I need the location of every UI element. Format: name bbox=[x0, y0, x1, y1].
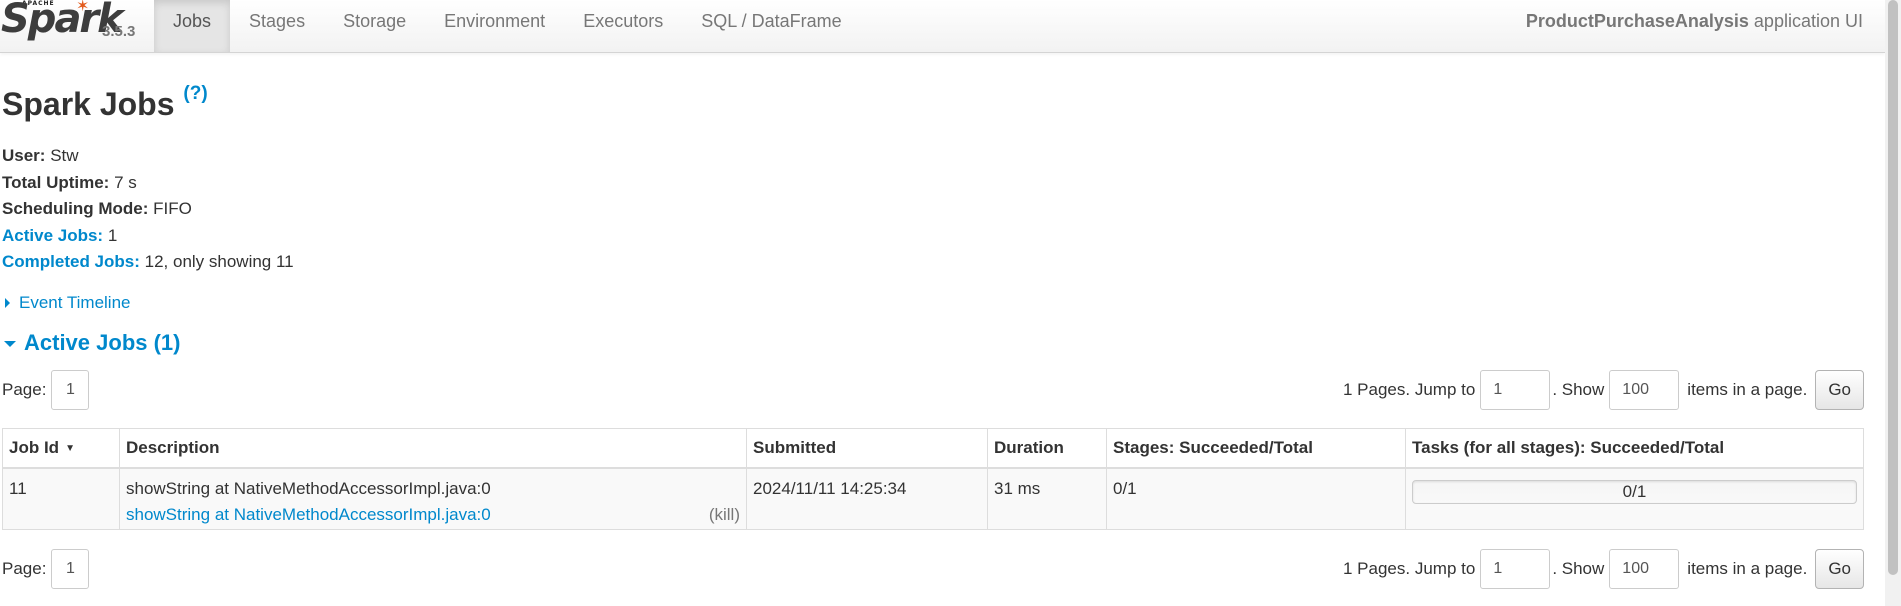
spark-version: 3.5.3 bbox=[102, 23, 136, 40]
tab-storage[interactable]: Storage bbox=[324, 0, 425, 52]
show-text: . Show bbox=[1552, 380, 1605, 399]
cell-duration: 31 ms bbox=[987, 467, 1107, 530]
column-header-duration[interactable]: Duration bbox=[987, 428, 1107, 470]
kill-job-link[interactable]: (kill) bbox=[709, 502, 740, 528]
page-title: Spark Jobs (?) bbox=[2, 83, 208, 123]
summary-uptime-label: Total Uptime: bbox=[2, 172, 110, 192]
summary-uptime: Total Uptime: 7 s bbox=[2, 170, 294, 197]
pagination-top: Page: 1 1 Pages. Jump to 1 . Show 100 it… bbox=[0, 369, 1864, 411]
page-controls-bottom: 1 Pages. Jump to 1 . Show 100 items in a… bbox=[1343, 548, 1864, 590]
vertical-scrollbar[interactable] bbox=[1885, 0, 1901, 606]
cell-stages: 0/1 bbox=[1106, 467, 1406, 530]
column-header-job-id[interactable]: Job Id ▼ bbox=[2, 428, 120, 470]
active-jobs-link[interactable]: Active Jobs: bbox=[2, 226, 103, 245]
page-indicator-bottom: Page: 1 bbox=[2, 548, 90, 590]
cell-job-id: 11 bbox=[2, 467, 120, 530]
table-header-row: Job Id ▼ Description Submitted Duration S… bbox=[2, 428, 1864, 470]
cell-submitted: 2024/11/11 14:25:34 bbox=[746, 467, 988, 530]
job-summary: User: Stw Total Uptime: 7 s Scheduling M… bbox=[2, 143, 294, 276]
tab-stages[interactable]: Stages bbox=[230, 0, 324, 52]
event-timeline-label: Event Timeline bbox=[19, 293, 131, 312]
tab-sql-dataframe[interactable]: SQL / DataFrame bbox=[682, 0, 860, 52]
spark-logo[interactable]: APACHE Spark ✶ 3.5.3 bbox=[0, 0, 150, 52]
page-label: Page: bbox=[2, 380, 47, 399]
application-suffix: application UI bbox=[1748, 11, 1863, 31]
active-jobs-title: Active Jobs (1) bbox=[24, 330, 181, 355]
items-per-page-text-bottom: items in a page. bbox=[1687, 559, 1808, 578]
summary-scheduling-mode: Scheduling Mode: FIFO bbox=[2, 196, 294, 223]
show-text-bottom: . Show bbox=[1552, 559, 1605, 578]
page-size-input-bottom[interactable]: 100 bbox=[1609, 549, 1680, 589]
tasks-progress-text: 0/1 bbox=[1622, 482, 1647, 502]
items-per-page-text: items in a page. bbox=[1687, 380, 1808, 399]
page-title-text: Spark Jobs bbox=[2, 86, 175, 122]
page-indicator: Page: 1 bbox=[2, 369, 90, 411]
sort-descending-icon: ▼ bbox=[65, 443, 75, 455]
column-header-tasks[interactable]: Tasks (for all stages): Succeeded/Total bbox=[1405, 428, 1864, 470]
active-jobs-header[interactable]: Active Jobs (1) bbox=[2, 330, 181, 356]
event-timeline-toggle[interactable]: Event Timeline bbox=[2, 293, 131, 313]
table-row: 11 showString at NativeMethodAccessorImp… bbox=[2, 467, 1864, 530]
pagination-bottom: Page: 1 1 Pages. Jump to 1 . Show 100 it… bbox=[0, 548, 1864, 590]
column-header-submitted[interactable]: Submitted bbox=[746, 428, 988, 470]
column-header-description[interactable]: Description bbox=[119, 428, 747, 470]
column-header-stages[interactable]: Stages: Succeeded/Total bbox=[1106, 428, 1406, 470]
pages-jump-text-bottom: 1 Pages. Jump to bbox=[1343, 559, 1476, 578]
page-number-button-bottom[interactable]: 1 bbox=[51, 549, 90, 589]
jump-to-page-input-bottom[interactable]: 1 bbox=[1480, 549, 1551, 589]
tab-executors[interactable]: Executors bbox=[564, 0, 682, 52]
summary-user: User: Stw bbox=[2, 143, 294, 170]
summary-mode-label: Scheduling Mode: bbox=[2, 199, 149, 218]
summary-completed-value: 12, only showing 11 bbox=[139, 252, 294, 271]
page-controls: 1 Pages. Jump to 1 . Show 100 items in a… bbox=[1343, 369, 1864, 411]
summary-user-label: User: bbox=[2, 146, 46, 165]
summary-mode-value: FIFO bbox=[148, 199, 192, 218]
top-navbar: APACHE Spark ✶ 3.5.3 Jobs Stages Storage… bbox=[0, 0, 1885, 53]
main-nav: Jobs Stages Storage Environment Executor… bbox=[154, 0, 861, 52]
go-button[interactable]: Go bbox=[1815, 370, 1864, 410]
page-size-input[interactable]: 100 bbox=[1609, 370, 1680, 410]
summary-completed-label: Completed Jobs: bbox=[2, 252, 140, 271]
summary-completed-jobs: Completed Jobs: 12, only showing 11 bbox=[2, 249, 294, 276]
completed-jobs-link[interactable]: Completed Jobs: bbox=[2, 252, 140, 271]
summary-active-label: Active Jobs: bbox=[2, 225, 104, 245]
cell-tasks: 0/1 bbox=[1405, 467, 1864, 530]
tasks-progress-bar: 0/1 bbox=[1412, 480, 1857, 505]
summary-active-value: 1 bbox=[103, 225, 118, 245]
application-name: ProductPurchaseAnalysis bbox=[1525, 11, 1749, 31]
spark-star-icon: ✶ bbox=[76, 0, 90, 15]
description-text: showString at NativeMethodAccessorImpl.j… bbox=[126, 479, 491, 499]
summary-active-jobs: Active Jobs: 1 bbox=[2, 223, 294, 250]
job-id-header-label: Job Id bbox=[9, 438, 60, 457]
jump-to-page-input[interactable]: 1 bbox=[1480, 370, 1551, 410]
tab-environment[interactable]: Environment bbox=[425, 0, 564, 52]
page-number-button[interactable]: 1 bbox=[51, 370, 90, 410]
help-link[interactable]: (?) bbox=[183, 83, 207, 104]
caret-right-icon bbox=[5, 298, 10, 308]
application-title: ProductPurchaseAnalysis application UI bbox=[1526, 0, 1863, 42]
caret-down-icon bbox=[4, 341, 16, 348]
summary-user-value: Stw bbox=[45, 146, 79, 165]
pages-jump-text: 1 Pages. Jump to bbox=[1343, 380, 1476, 399]
page-label-bottom: Page: bbox=[2, 559, 47, 578]
summary-uptime-value: 7 s bbox=[109, 172, 137, 192]
active-jobs-table: Job Id ▼ Description Submitted Duration S… bbox=[2, 428, 1864, 530]
scrollbar-thumb[interactable] bbox=[1888, 0, 1898, 575]
tab-jobs[interactable]: Jobs bbox=[154, 0, 231, 52]
cell-description: showString at NativeMethodAccessorImpl.j… bbox=[119, 467, 747, 530]
description-wrapper: showString at NativeMethodAccessorImpl.j… bbox=[126, 476, 740, 528]
go-button-bottom[interactable]: Go bbox=[1815, 549, 1864, 589]
description-link[interactable]: showString at NativeMethodAccessorImpl.j… bbox=[126, 502, 740, 528]
